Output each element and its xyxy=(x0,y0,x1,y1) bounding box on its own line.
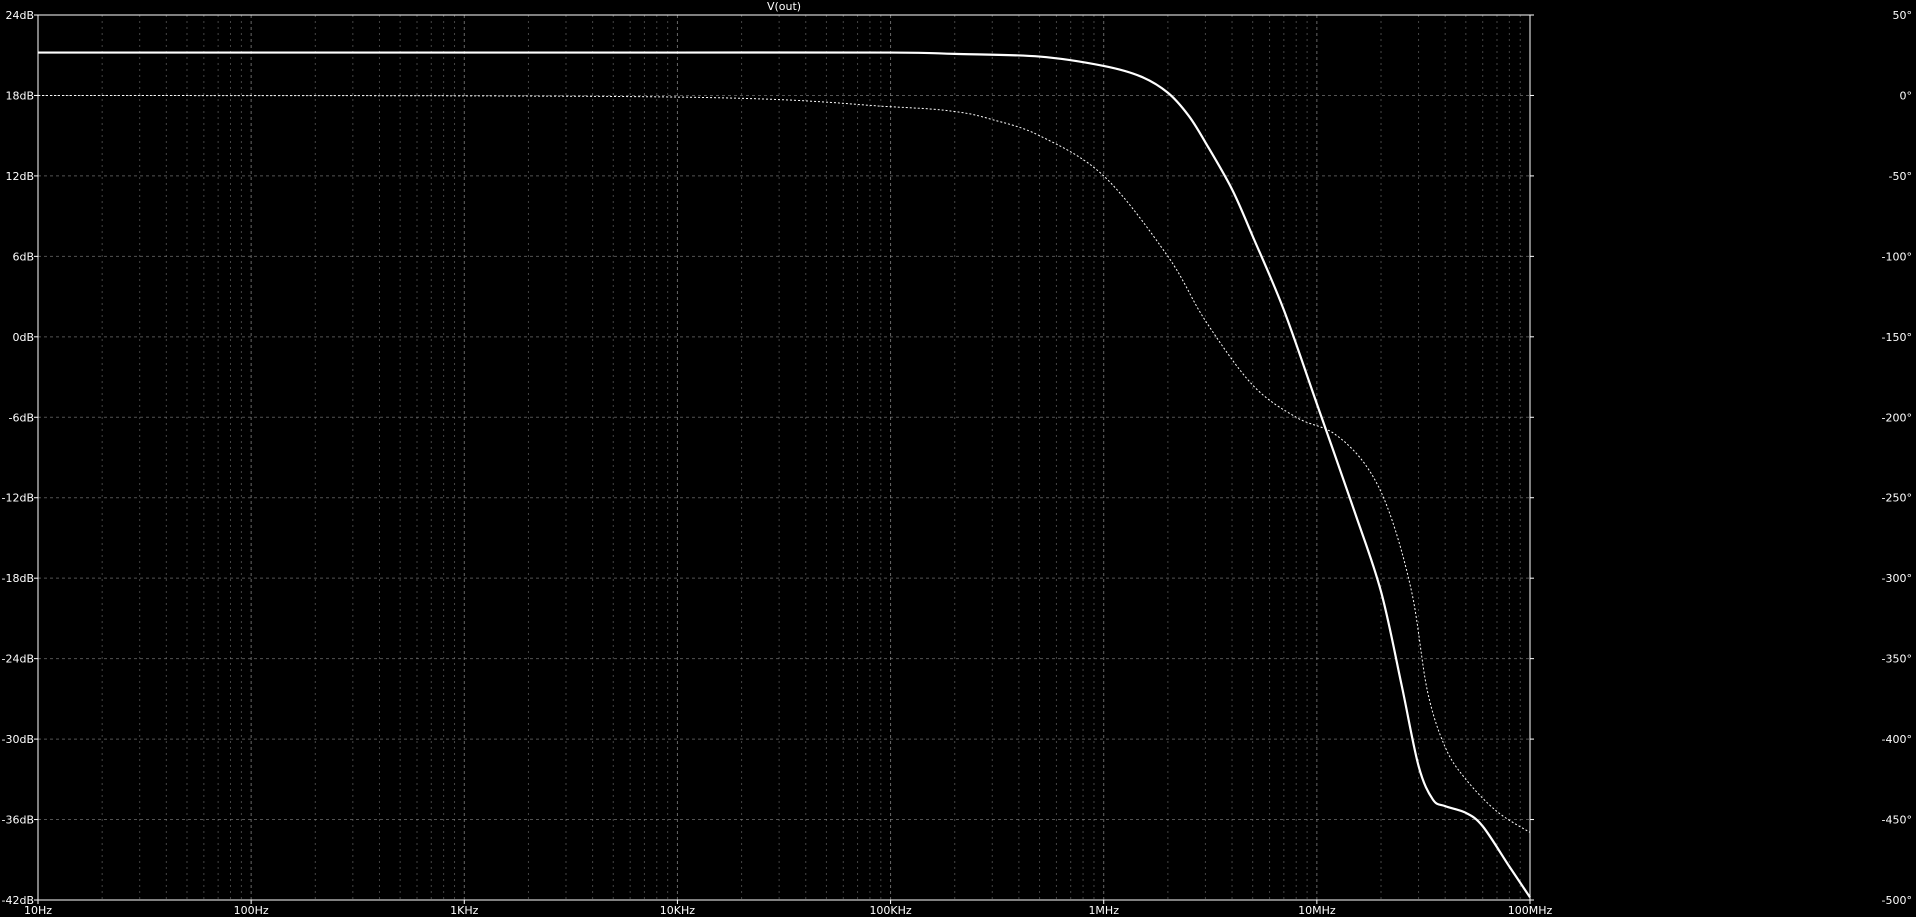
y-left-tick-label: -30dB xyxy=(2,733,35,746)
x-tick-label: 10KHz xyxy=(660,904,695,917)
y-left-tick-label: 6dB xyxy=(12,250,34,263)
y-left-tick-label: -36dB xyxy=(2,814,35,827)
y-left-tick-label: 18dB xyxy=(5,89,34,102)
x-tick-label: 100MHz xyxy=(1508,904,1553,917)
y-left-tick-label: 12dB xyxy=(5,170,34,183)
y-right-tick-label: -400° xyxy=(1882,733,1912,746)
x-tick-label: 1MHz xyxy=(1088,904,1119,917)
plot-background xyxy=(0,0,1916,917)
y-right-tick-label: -250° xyxy=(1882,492,1912,505)
chart-title: V(out) xyxy=(767,0,801,13)
y-left-tick-label: 0dB xyxy=(12,331,34,344)
x-tick-label: 1KHz xyxy=(450,904,478,917)
y-right-tick-label: -350° xyxy=(1882,653,1912,666)
x-tick-label: 100KHz xyxy=(869,904,911,917)
y-right-tick-label: 50° xyxy=(1893,9,1913,22)
y-right-tick-label: -200° xyxy=(1882,411,1912,424)
y-left-tick-label: -42dB xyxy=(2,894,35,907)
y-right-tick-label: -100° xyxy=(1882,250,1912,263)
y-left-tick-label: -18dB xyxy=(2,572,35,585)
y-right-tick-label: -450° xyxy=(1882,814,1912,827)
bode-plot: 10Hz 100Hz 1KHz 10KHz 100KHz 1MHz 10MHz 100MHz2… xyxy=(0,0,1916,917)
y-left-tick-label: -6dB xyxy=(9,411,35,424)
x-tick-label: 10MHz xyxy=(1298,904,1336,917)
y-left-tick-label: -12dB xyxy=(2,492,35,505)
y-right-tick-label: -50° xyxy=(1889,170,1912,183)
y-right-tick-label: -150° xyxy=(1882,331,1912,344)
x-tick-label: 100Hz xyxy=(234,904,269,917)
y-right-tick-label: -300° xyxy=(1882,572,1912,585)
y-left-tick-label: 24dB xyxy=(5,9,34,22)
y-right-tick-label: 0° xyxy=(1900,89,1913,102)
y-right-tick-label: -500° xyxy=(1882,894,1912,907)
y-left-tick-label: -24dB xyxy=(2,653,35,666)
